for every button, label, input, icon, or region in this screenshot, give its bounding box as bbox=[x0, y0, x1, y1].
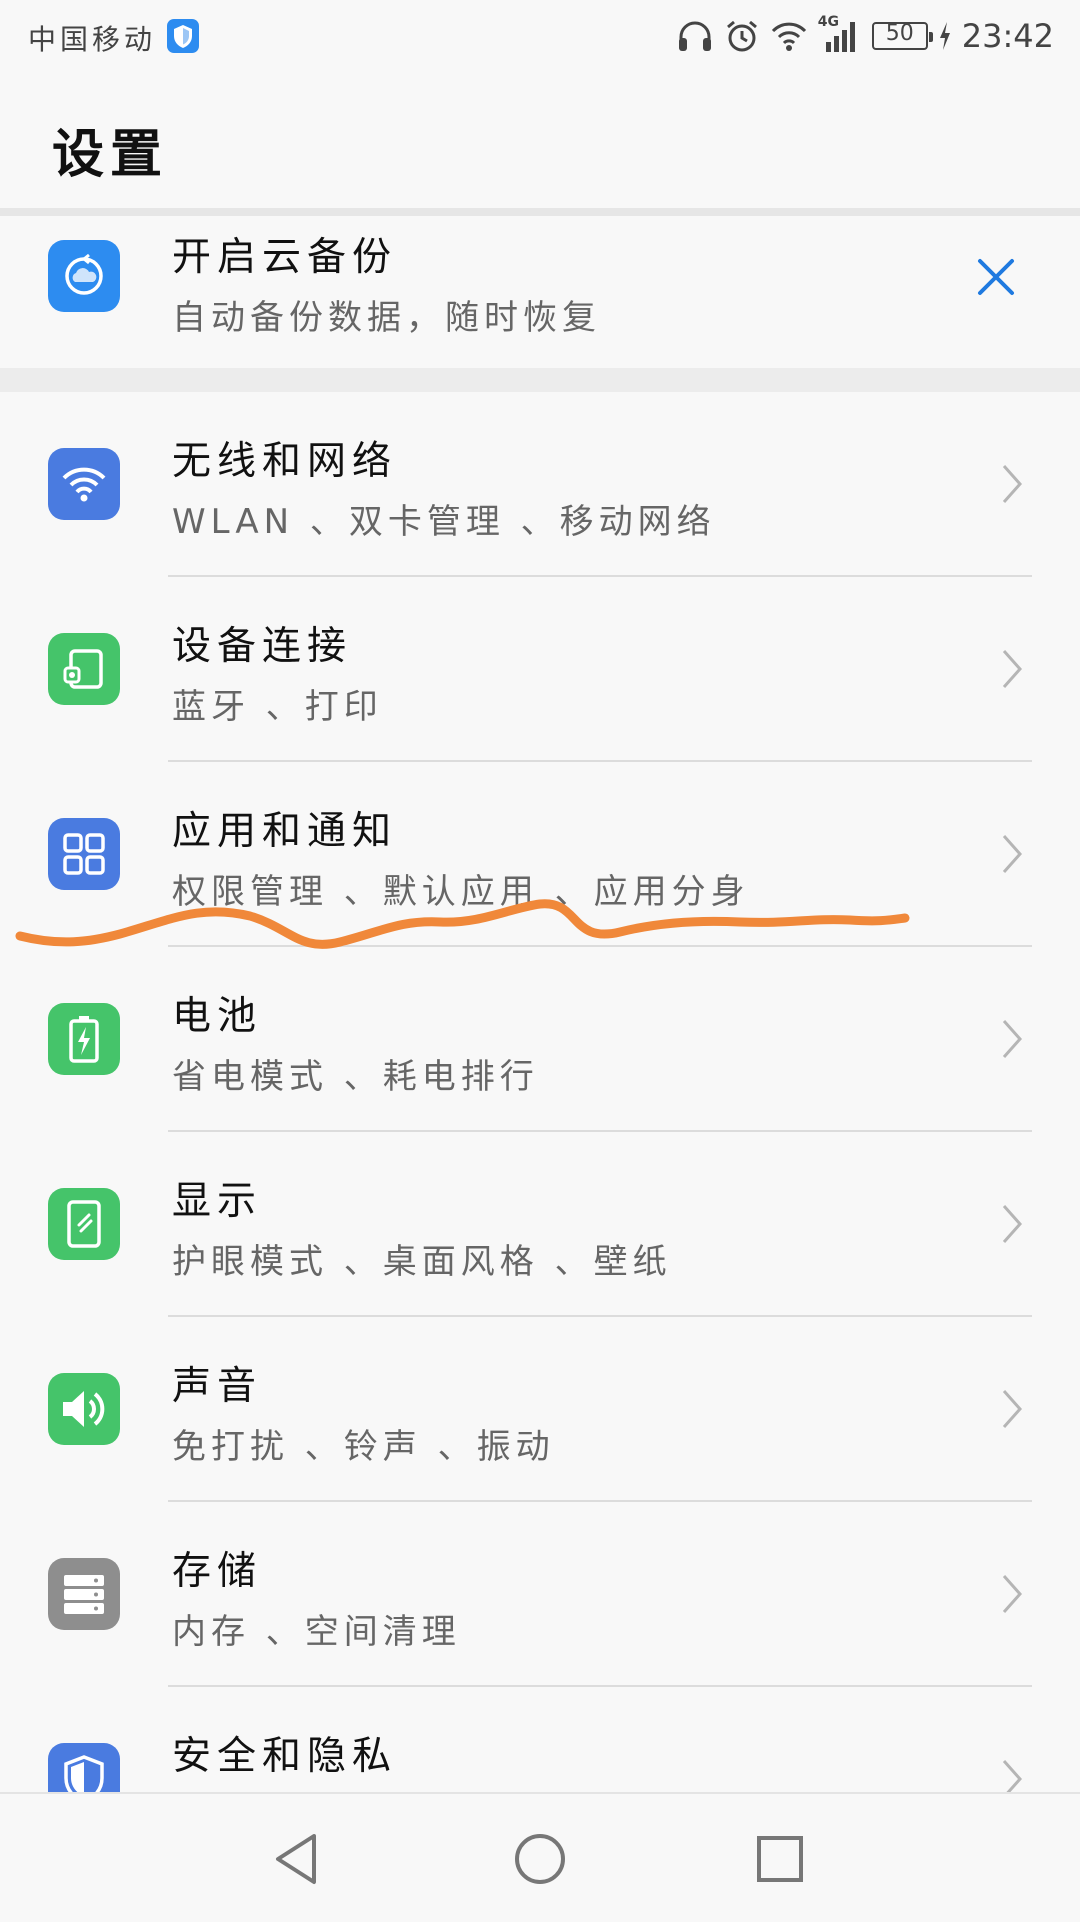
settings-row-subtitle: WLAN 、双卡管理 、移动网络 bbox=[172, 502, 716, 542]
chevron-right-icon bbox=[1002, 1020, 1023, 1058]
device-connection-icon bbox=[48, 633, 120, 705]
page-title: 设置 bbox=[52, 125, 169, 185]
settings-row-title: 电池 bbox=[172, 994, 263, 1039]
chevron-right-icon bbox=[1002, 465, 1023, 503]
battery-level: 50 bbox=[885, 21, 914, 46]
settings-row-6[interactable]: 声音免打扰 、铃声 、振动 bbox=[0, 1317, 1080, 1502]
settings-row-subtitle: 内存 、空间清理 bbox=[172, 1612, 461, 1652]
wifi-icon bbox=[48, 448, 120, 520]
settings-row-subtitle: 省电模式 、耗电排行 bbox=[172, 1057, 539, 1097]
settings-row-3[interactable]: 应用和通知权限管理 、默认应用 、应用分身 bbox=[0, 762, 1080, 947]
settings-row-subtitle: 蓝牙 、打印 bbox=[172, 687, 383, 727]
section-gap bbox=[0, 368, 1080, 392]
settings-row-title: 设备连接 bbox=[172, 624, 353, 669]
settings-row-7[interactable]: 存储内存 、空间清理 bbox=[0, 1502, 1080, 1687]
wifi-status-icon bbox=[771, 22, 806, 51]
cloud-backup-title: 开启云备份 bbox=[172, 235, 398, 280]
settings-row-2[interactable]: 设备连接蓝牙 、打印 bbox=[0, 577, 1080, 762]
settings-row-subtitle: 护眼模式 、桌面风格 、壁纸 bbox=[172, 1242, 672, 1282]
chevron-right-icon bbox=[1002, 835, 1023, 873]
settings-row-title: 声音 bbox=[172, 1364, 263, 1409]
home-icon[interactable] bbox=[505, 1824, 575, 1894]
status-time: 23:42 bbox=[961, 17, 1054, 55]
security-badge-icon bbox=[167, 19, 199, 53]
signal-icon bbox=[825, 22, 855, 52]
chevron-right-icon bbox=[1002, 1390, 1023, 1428]
display-icon bbox=[48, 1188, 120, 1260]
recents-icon[interactable] bbox=[745, 1824, 815, 1894]
navigation-bar bbox=[0, 1792, 1080, 1922]
apps-grid-icon bbox=[48, 818, 120, 890]
settings-row-subtitle: 免打扰 、铃声 、振动 bbox=[172, 1427, 555, 1467]
header-divider bbox=[0, 208, 1080, 216]
chevron-right-icon bbox=[1002, 650, 1023, 688]
settings-row-title: 无线和网络 bbox=[172, 439, 398, 484]
carrier-label: 中国移动 bbox=[28, 23, 157, 56]
settings-row-5[interactable]: 显示护眼模式 、桌面风格 、壁纸 bbox=[0, 1132, 1080, 1317]
headphones-icon bbox=[678, 21, 711, 51]
charging-icon bbox=[939, 22, 950, 50]
battery-icon bbox=[48, 1003, 120, 1075]
storage-icon bbox=[48, 1558, 120, 1630]
settings-row-title: 安全和隐私 bbox=[172, 1734, 398, 1779]
battery-indicator: 50 bbox=[871, 21, 933, 50]
settings-row-title: 显示 bbox=[172, 1179, 263, 1224]
cloud-backup-card[interactable]: 开启云备份 自动备份数据，随时恢复 bbox=[0, 216, 1080, 368]
settings-row-subtitle: 权限管理 、默认应用 、应用分身 bbox=[172, 872, 750, 912]
chevron-right-icon bbox=[1002, 1205, 1023, 1243]
status-bar: 中国移动 4G 50 23:42 bbox=[0, 0, 1080, 80]
settings-row-1[interactable]: 无线和网络 WLAN 、双卡管理 、移动网络 bbox=[0, 392, 1080, 577]
alarm-icon bbox=[726, 20, 757, 52]
cloud-backup-icon bbox=[48, 240, 120, 312]
close-icon[interactable] bbox=[974, 255, 1018, 299]
cloud-backup-subtitle: 自动备份数据，随时恢复 bbox=[172, 298, 601, 338]
network-type: 4G bbox=[818, 14, 862, 54]
settings-row-4[interactable]: 电池省电模式 、耗电排行 bbox=[0, 947, 1080, 1132]
settings-row-title: 应用和通知 bbox=[172, 809, 398, 854]
chevron-right-icon bbox=[1002, 1575, 1023, 1613]
settings-row-title: 存储 bbox=[172, 1549, 263, 1594]
back-icon[interactable] bbox=[264, 1824, 334, 1894]
speaker-icon bbox=[48, 1373, 120, 1445]
